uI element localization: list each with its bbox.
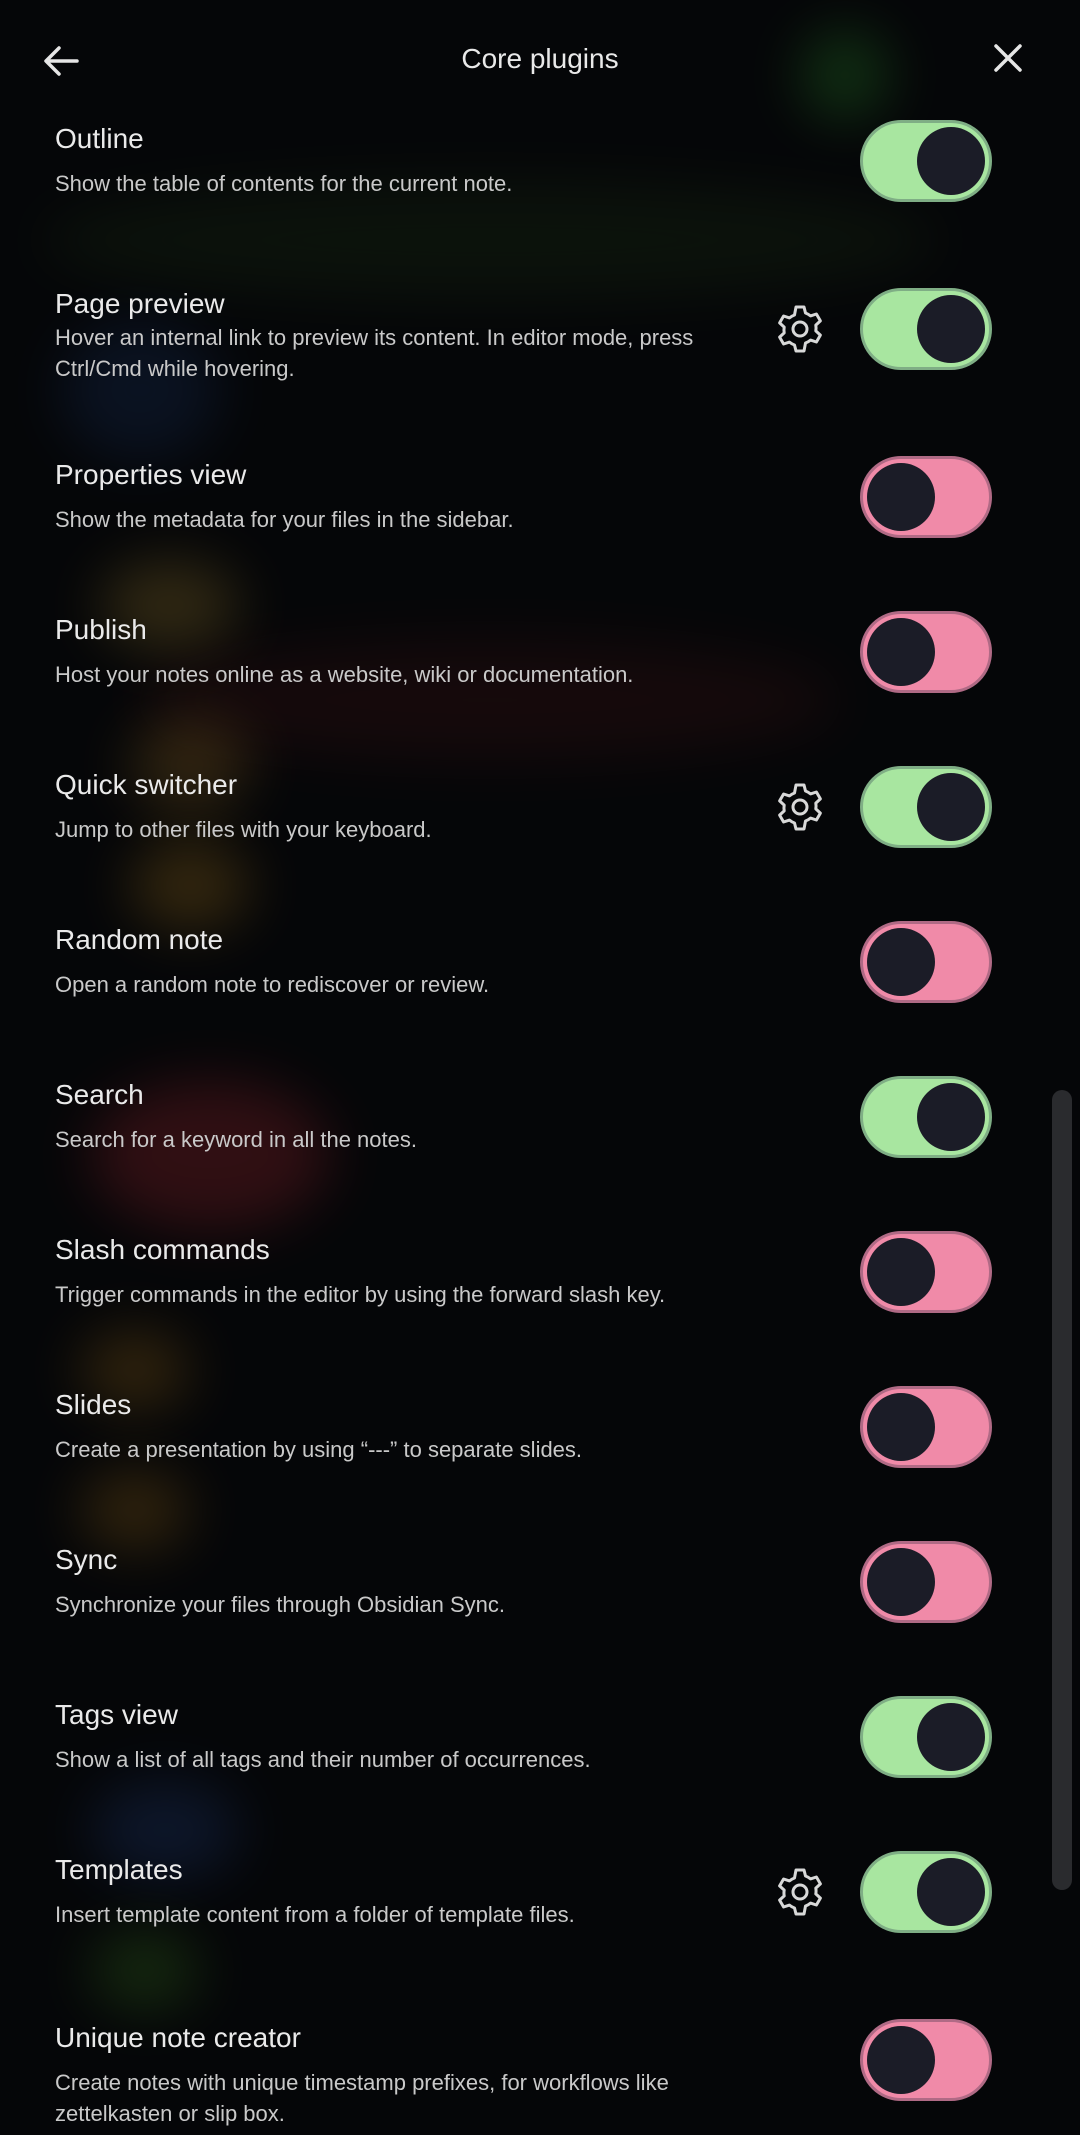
plugin-toggle[interactable]	[860, 2019, 992, 2101]
plugin-name: Templates	[55, 1854, 183, 1885]
toggle-knob	[917, 1703, 985, 1771]
plugin-description: Hover an internal link to preview its co…	[55, 325, 694, 381]
plugin-name: Search	[55, 1079, 144, 1110]
plugin-description: Show a list of all tags and their number…	[55, 1747, 591, 1772]
plugin-name: Quick switcher	[55, 769, 238, 800]
toggle-knob	[917, 773, 985, 841]
gear-icon[interactable]	[774, 781, 826, 833]
plugin-description: Show the table of contents for the curre…	[55, 171, 513, 196]
plugin-name: Slides	[55, 1389, 132, 1420]
plugin-description: Jump to other files with your keyboard.	[55, 817, 432, 842]
plugin-name: Unique note creator	[55, 2022, 301, 2053]
plugin-description: Synchronize your files through Obsidian …	[55, 1592, 506, 1617]
gear-icon[interactable]	[774, 1866, 826, 1918]
toggle-knob	[867, 1548, 935, 1616]
arrow-left-icon	[44, 46, 79, 76]
toggle-knob	[917, 295, 985, 363]
plugin-name: Properties view	[55, 459, 247, 490]
plugin-name: Page preview	[55, 288, 225, 319]
plugin-toggle[interactable]	[860, 921, 992, 1003]
gear-icon[interactable]	[774, 303, 826, 355]
plugin-name: Random note	[55, 924, 224, 955]
plugin-name: Tags view	[55, 1699, 178, 1730]
plugin-description: Trigger commands in the editor by using …	[55, 1282, 666, 1307]
plugin-toggle[interactable]	[860, 766, 992, 848]
toggle-knob	[867, 1238, 935, 1306]
plugin-name: Outline	[55, 123, 144, 154]
plugin-toggle[interactable]	[860, 120, 992, 202]
toggle-knob	[917, 127, 985, 195]
plugin-description: Create a presentation by using “---” to …	[55, 1437, 583, 1462]
toggle-knob	[867, 618, 935, 686]
plugin-description: Show the metadata for your files in the …	[55, 507, 514, 532]
plugin-toggle[interactable]	[860, 611, 992, 693]
toggle-knob	[917, 1083, 985, 1151]
scrollbar[interactable]	[1052, 1090, 1072, 1890]
toggle-knob	[867, 928, 935, 996]
plugin-toggle[interactable]	[860, 456, 992, 538]
toggle-knob	[867, 463, 935, 531]
plugin-description: Search for a keyword in all the notes.	[55, 1127, 417, 1152]
plugin-toggle[interactable]	[860, 1541, 992, 1623]
plugin-name: Sync	[55, 1544, 118, 1575]
plugin-toggle[interactable]	[860, 1696, 992, 1778]
plugin-description: Insert template content from a folder of…	[55, 1902, 575, 1927]
plugin-name: Publish	[55, 614, 147, 645]
plugin-toggle[interactable]	[860, 1851, 992, 1933]
header: Core plugins	[0, 0, 1080, 118]
toggle-knob	[917, 1858, 985, 1926]
toggle-knob	[867, 1393, 935, 1461]
plugin-description: Host your notes online as a website, wik…	[55, 662, 634, 687]
plugin-description: Open a random note to rediscover or revi…	[55, 972, 490, 997]
plugin-toggle[interactable]	[860, 288, 992, 370]
plugin-toggle[interactable]	[860, 1231, 992, 1313]
plugin-description: Create notes with unique timestamp prefi…	[55, 2070, 669, 2126]
close-button[interactable]	[986, 36, 1030, 80]
back-button[interactable]	[38, 38, 84, 84]
page-title: Core plugins	[461, 43, 619, 74]
plugin-name: Slash commands	[55, 1234, 270, 1265]
plugin-toggle[interactable]	[860, 1386, 992, 1468]
close-icon	[994, 44, 1022, 72]
toggle-knob	[867, 2026, 935, 2094]
plugin-toggle[interactable]	[860, 1076, 992, 1158]
